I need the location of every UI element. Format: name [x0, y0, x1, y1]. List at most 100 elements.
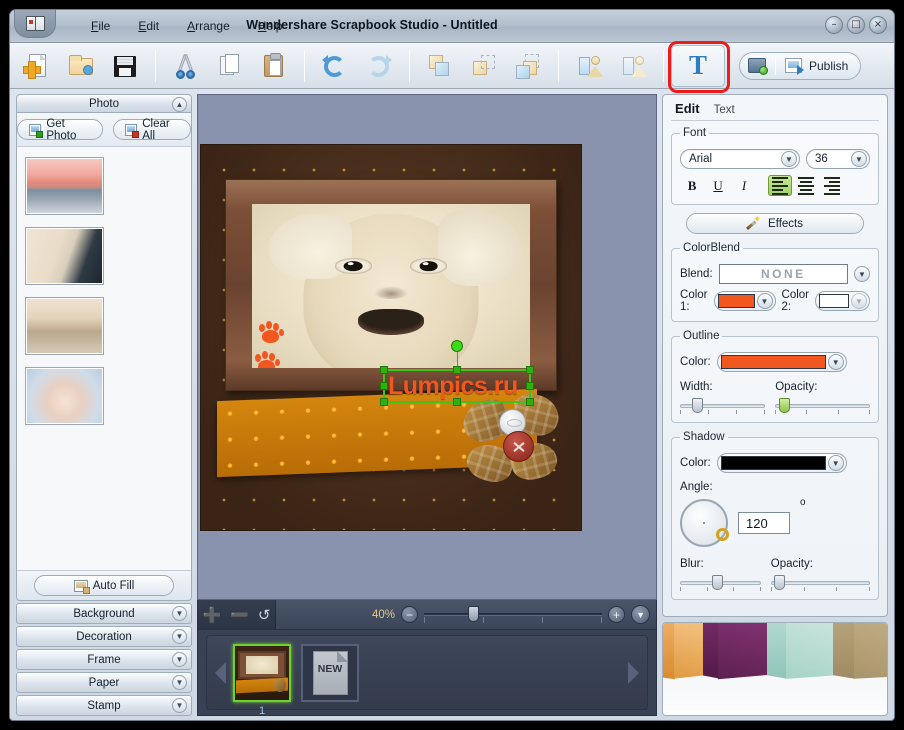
resize-handle-bottom-center[interactable] [453, 398, 461, 406]
text-object-value[interactable]: Lumpics.ru [385, 372, 518, 401]
undo-icon[interactable]: ↺ [258, 606, 271, 624]
auto-fill-button[interactable]: Auto Fill [34, 575, 174, 596]
zoom-slider[interactable] [424, 606, 603, 623]
photo-panel-header[interactable]: Photo ▲ [16, 94, 192, 113]
resize-handle-top-center[interactable] [453, 366, 461, 374]
resize-handle-bottom-left[interactable] [380, 398, 388, 406]
photo-thumbnail[interactable] [25, 367, 104, 425]
effects-button[interactable]: ✦ ✦ Effects [686, 213, 865, 234]
chevron-down-icon[interactable]: ▼ [851, 293, 867, 309]
slider-thumb[interactable] [468, 606, 480, 622]
plus-icon[interactable]: ➕ [203, 606, 222, 624]
font-family-select[interactable]: Arial ▼ [680, 149, 800, 169]
slider-thumb[interactable] [712, 575, 724, 590]
color1-picker[interactable]: ▼ [713, 291, 776, 311]
slider-thumb[interactable] [779, 398, 790, 413]
resize-handle-middle-left[interactable] [380, 382, 388, 390]
bow-decoration[interactable] [458, 390, 564, 488]
chevron-down-icon[interactable]: ▼ [851, 151, 867, 167]
minus-icon[interactable]: ➖ [230, 606, 249, 624]
sidebar-item-stamp[interactable]: Stamp ▼ [16, 695, 192, 716]
align-center-button[interactable] [794, 175, 818, 196]
maximize-button[interactable]: □ [847, 16, 865, 34]
align-right-object-button[interactable] [611, 46, 655, 86]
photo-frame[interactable] [225, 179, 557, 391]
chevron-up-icon[interactable]: ▲ [172, 97, 187, 112]
photo-thumbnail[interactable] [25, 157, 104, 215]
paste-button[interactable] [252, 46, 296, 86]
minimize-button[interactable]: – [825, 16, 843, 34]
slideshow-icon[interactable] [748, 58, 768, 75]
new-page-button[interactable] [15, 46, 59, 86]
resize-handle-top-left[interactable] [380, 366, 388, 374]
photo-thumbnail[interactable] [25, 297, 104, 355]
chevron-down-icon[interactable]: ▼ [172, 629, 187, 644]
resize-handle-middle-right[interactable] [526, 382, 534, 390]
chevron-down-icon[interactable]: ▼ [827, 354, 844, 370]
resize-handle-bottom-right[interactable] [526, 398, 534, 406]
outline-opacity-slider[interactable] [775, 398, 870, 414]
cut-button[interactable] [164, 46, 208, 86]
angle-dial[interactable] [680, 499, 730, 547]
text-tool-button[interactable]: T [668, 40, 730, 93]
publish-label[interactable]: Publish [809, 59, 848, 73]
clear-all-button[interactable]: Clear All [112, 118, 191, 142]
close-button[interactable]: × [869, 16, 887, 34]
photo-thumbnail[interactable] [25, 227, 104, 285]
slider-thumb[interactable] [773, 575, 785, 590]
outline-width-slider[interactable] [680, 398, 766, 414]
color2-picker[interactable]: ▼ [815, 291, 870, 311]
chevron-down-icon[interactable]: ▼ [756, 293, 773, 309]
canvas-area[interactable]: Lumpics.ru [197, 94, 658, 600]
chevron-down-icon[interactable]: ▼ [172, 652, 187, 667]
get-photo-button[interactable]: Get Photo [17, 118, 103, 142]
align-right-button[interactable] [820, 175, 844, 196]
arrow-left-icon[interactable] [215, 661, 226, 684]
zoom-in-button[interactable]: + [608, 606, 626, 623]
arrow-right-icon[interactable] [628, 661, 640, 684]
zoom-out-button[interactable]: − [401, 606, 419, 623]
blend-value-box[interactable]: NONE [718, 264, 848, 284]
bring-to-front-button[interactable] [418, 46, 462, 86]
rotate-handle[interactable] [451, 340, 463, 352]
chevron-down-icon[interactable]: ▼ [172, 698, 187, 713]
scrapbook-page[interactable]: Lumpics.ru [201, 145, 581, 530]
outline-color-picker[interactable]: ▼ [716, 352, 847, 372]
italic-button[interactable]: I [732, 175, 756, 196]
align-left-button[interactable] [768, 175, 793, 196]
sidebar-item-decoration[interactable]: Decoration ▼ [16, 626, 192, 647]
shadow-opacity-slider[interactable] [770, 575, 870, 591]
copy-button[interactable] [208, 46, 252, 86]
undo-button[interactable] [313, 46, 357, 86]
filmstrip-slide-1[interactable]: 1 [233, 643, 291, 717]
tab-edit[interactable]: Edit [675, 101, 700, 116]
sidebar-item-frame[interactable]: Frame ▼ [16, 649, 192, 670]
sidebar-item-background[interactable]: Background ▼ [16, 603, 192, 624]
chevron-down-icon[interactable]: ▼ [631, 605, 651, 624]
tab-text[interactable]: Text [714, 104, 735, 116]
open-button[interactable] [59, 46, 103, 86]
chevron-down-icon[interactable]: ▼ [827, 455, 844, 471]
chevron-down-icon[interactable]: ▼ [781, 151, 797, 167]
angle-input[interactable]: 120 [738, 512, 791, 534]
chevron-down-icon[interactable]: ▼ [854, 266, 870, 282]
shadow-blur-slider[interactable] [680, 575, 761, 591]
redo-button[interactable] [357, 46, 401, 86]
resize-handle-top-right[interactable] [526, 366, 534, 374]
chevron-down-icon[interactable]: ▼ [172, 606, 187, 621]
slider-thumb[interactable] [691, 398, 703, 413]
bring-forward-button[interactable] [506, 46, 550, 86]
angle-dial-handle[interactable] [716, 528, 730, 541]
save-button[interactable] [103, 46, 147, 86]
shadow-color-picker[interactable]: ▼ [716, 453, 847, 473]
framed-photo[interactable] [252, 204, 530, 368]
filmstrip-new-page[interactable]: NEW [301, 643, 359, 702]
sidebar-item-paper[interactable]: Paper ▼ [16, 672, 192, 693]
publish-icon[interactable] [785, 58, 804, 75]
selected-text-object[interactable]: Lumpics.ru [380, 340, 534, 406]
template-gallery-preview[interactable] [662, 622, 888, 716]
send-backward-button[interactable] [462, 46, 506, 86]
chevron-down-icon[interactable]: ▼ [172, 675, 187, 690]
underline-button[interactable]: U [706, 175, 730, 196]
font-size-select[interactable]: 36 ▼ [806, 149, 870, 169]
